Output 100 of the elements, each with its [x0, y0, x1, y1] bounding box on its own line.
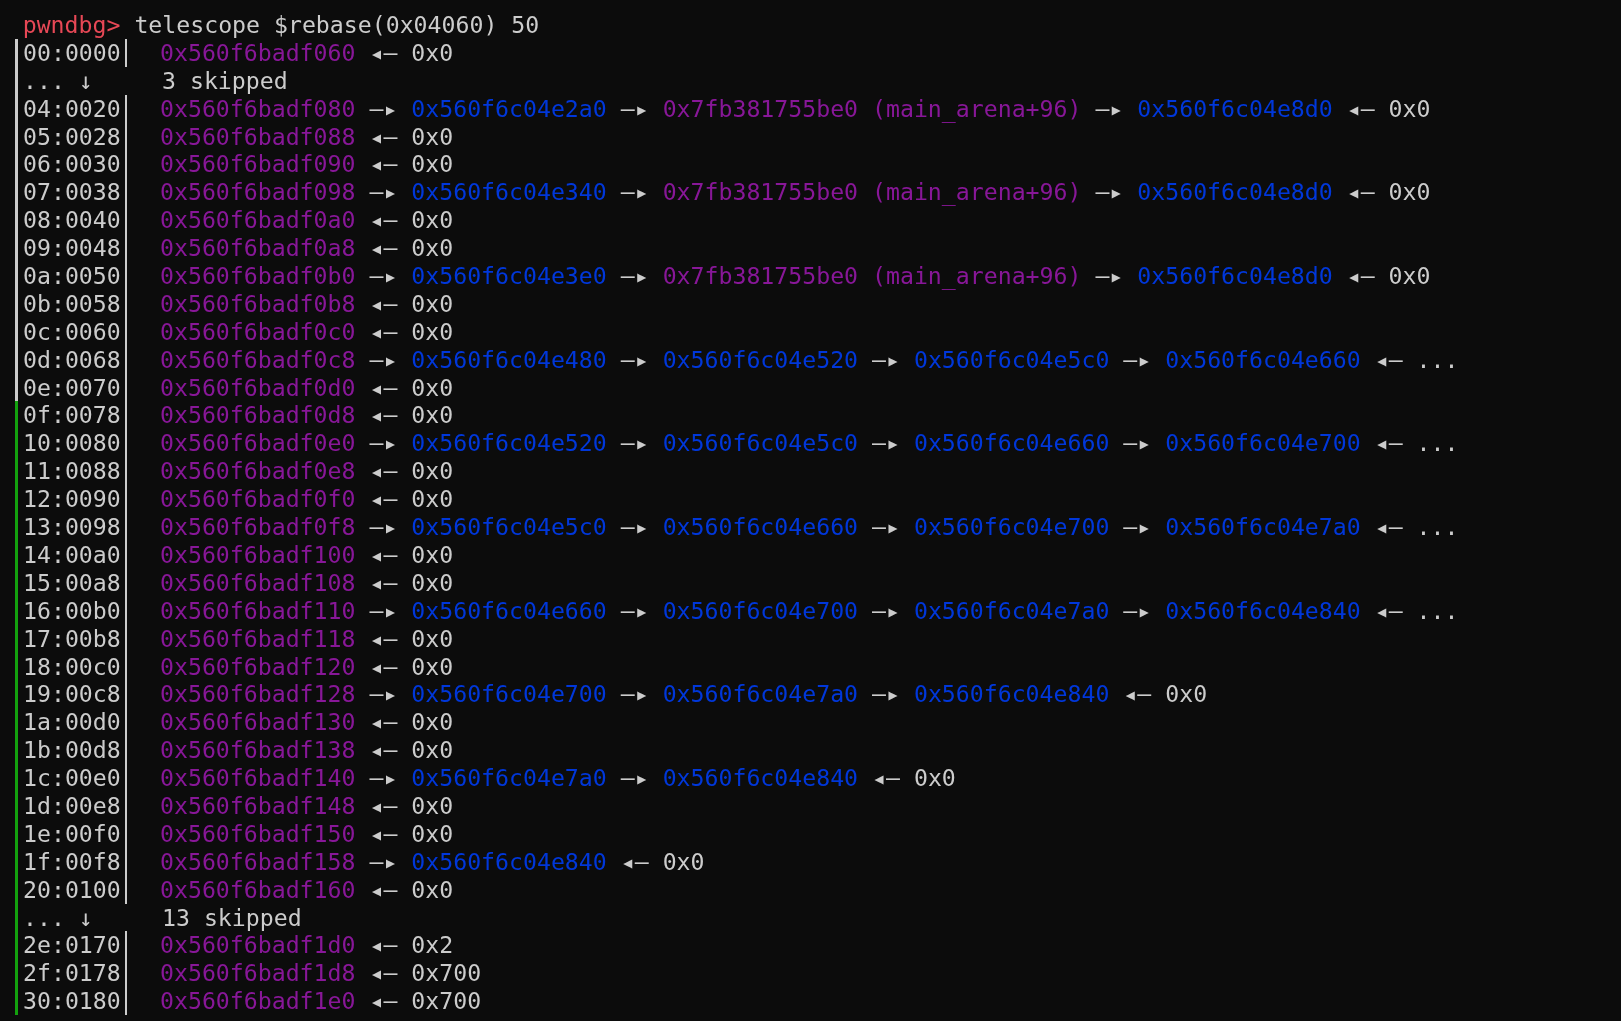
- address-text: 0x560f6badf100: [160, 540, 356, 569]
- address-text: 0x560f6badf1e0: [160, 987, 356, 1016]
- row-offset: 1a:00d0: [23, 708, 127, 737]
- row-offset: 2e:0170: [23, 931, 127, 960]
- address-text: 0x560f6badf098: [160, 178, 356, 207]
- row-offset: 0e:0070: [23, 373, 127, 402]
- pointer-text: 0x560f6c04e7a0: [662, 680, 859, 709]
- address-text: 0x560f6badf1d0: [160, 931, 356, 960]
- row-offset: 0b:0058: [23, 289, 127, 318]
- row-offset: 10:0080: [23, 429, 127, 458]
- skip-marker: ... ↓: [23, 66, 94, 95]
- pointer-text: 0x560f6c04e840: [411, 847, 607, 876]
- arrow-glyph: —▸: [369, 345, 398, 374]
- address-text: 0x560f6badf148: [160, 791, 356, 820]
- pointer-text: 0x560f6c04e520: [411, 429, 607, 458]
- value-text: 0x0: [411, 234, 454, 263]
- pointer-text: 0x560f6c04e700: [1165, 429, 1361, 458]
- arrow-glyph: ◂—: [369, 485, 398, 514]
- value-text: 0x0: [411, 206, 454, 235]
- address-text: 0x560f6badf130: [160, 708, 356, 737]
- arrow-glyph: —▸: [872, 680, 900, 709]
- arrow-glyph: ◂—: [369, 234, 398, 263]
- arrow-glyph: —▸: [369, 262, 398, 290]
- arrow-glyph: ◂—: [1374, 513, 1403, 541]
- pointer-text: 0x560f6c04e7a0: [1165, 513, 1361, 541]
- arrow-glyph: —▸: [1123, 429, 1152, 458]
- address-text: 0x560f6badf1d8: [160, 959, 356, 988]
- value-text: 0x700: [411, 987, 482, 1016]
- pointer-text: 0x560f6c04e7a0: [913, 596, 1110, 625]
- pointer-text: 0x560f6c04e700: [662, 596, 859, 625]
- arrow-glyph: —▸: [620, 262, 649, 290]
- arrow-glyph: —▸: [1095, 94, 1124, 123]
- skipped-count: 3 skipped: [162, 66, 288, 95]
- arrow-glyph: —▸: [620, 596, 649, 625]
- value-text: ...: [1416, 513, 1459, 541]
- value-text: 0x0: [913, 764, 956, 792]
- address-text: 0x560f6badf0c0: [160, 317, 356, 346]
- pointer-text: 0x560f6c04e5c0: [411, 513, 607, 541]
- arrow-glyph: ◂—: [369, 819, 398, 848]
- arrow-glyph: ◂—: [369, 38, 398, 67]
- row-offset: 20:0100: [23, 875, 127, 904]
- row-offset: 19:00c8: [23, 680, 127, 709]
- value-text: 0x0: [411, 736, 454, 765]
- arrow-glyph: ◂—: [369, 289, 398, 318]
- arrow-glyph: —▸: [872, 345, 900, 374]
- pointer-text: 0x560f6c04e840: [913, 680, 1110, 709]
- address-text: 0x560f6badf138: [160, 736, 356, 765]
- arrow-glyph: ◂—: [369, 373, 398, 402]
- arrow-glyph: ◂—: [369, 401, 398, 430]
- address-text: 0x560f6badf060: [160, 38, 356, 67]
- pointer-text: 0x560f6c04e700: [913, 513, 1110, 541]
- pointer-text: 0x560f6c04e340: [411, 178, 607, 207]
- arrow-glyph: ◂—: [369, 931, 398, 960]
- value-text: 0x0: [411, 791, 454, 820]
- pointer-text: 0x560f6c04e840: [1165, 596, 1361, 625]
- value-text: ...: [1416, 429, 1459, 458]
- value-text: 0x0: [1388, 94, 1431, 123]
- arrow-glyph: —▸: [369, 680, 398, 709]
- value-text: 0x0: [411, 708, 454, 737]
- address-text: 0x560f6badf0b8: [160, 289, 356, 318]
- row-offset: 1c:00e0: [23, 764, 127, 792]
- row-offset: 0f:0078: [23, 401, 127, 430]
- row-offset: 1b:00d8: [23, 736, 127, 765]
- row-offset: 0c:0060: [23, 317, 127, 346]
- arrow-glyph: ◂—: [369, 708, 398, 737]
- row-offset: 06:0030: [23, 150, 127, 179]
- pointer-text: 0x560f6c04e8d0: [1137, 94, 1333, 123]
- address-text: 0x560f6badf108: [160, 568, 356, 597]
- value-text: 0x0: [411, 819, 454, 848]
- address-text: 0x560f6badf0b0: [160, 262, 356, 290]
- pointer-text: 0x560f6c04e7a0: [411, 764, 607, 792]
- value-text: 0x0: [1165, 680, 1208, 709]
- value-text: 0x700: [411, 959, 482, 988]
- symbol-pointer-text: 0x7fb381755be0 (main_arena+96): [662, 262, 1082, 290]
- value-text: 0x0: [411, 150, 454, 179]
- arrow-glyph: —▸: [620, 178, 649, 207]
- value-text: 0x0: [411, 401, 454, 430]
- address-text: 0x560f6badf0f0: [160, 485, 356, 514]
- row-offset: 05:0028: [23, 122, 127, 151]
- row-offset: 1e:00f0: [23, 819, 127, 848]
- value-text: 0x0: [662, 847, 705, 876]
- row-offset: 12:0090: [23, 485, 127, 514]
- arrow-glyph: ◂—: [1123, 680, 1152, 709]
- address-text: 0x560f6badf0d0: [160, 373, 356, 402]
- arrow-glyph: —▸: [620, 513, 649, 541]
- value-text: 0x0: [411, 485, 454, 514]
- row-offset: 11:0088: [23, 457, 127, 486]
- row-offset: 2f:0178: [23, 959, 127, 988]
- value-text: 0x0: [411, 875, 454, 904]
- arrow-glyph: —▸: [620, 94, 649, 123]
- value-text: 0x0: [411, 289, 454, 318]
- address-text: 0x560f6badf118: [160, 624, 356, 653]
- address-text: 0x560f6badf110: [160, 596, 356, 625]
- skip-marker: ... ↓: [23, 903, 94, 932]
- command-text: telescope $rebase(0x04060) 50: [134, 11, 540, 39]
- value-text: 0x0: [1388, 262, 1431, 290]
- address-text: 0x560f6badf128: [160, 680, 356, 709]
- value-text: 0x0: [411, 540, 454, 569]
- row-offset: 1d:00e8: [23, 791, 127, 820]
- row-offset: 17:00b8: [23, 624, 127, 653]
